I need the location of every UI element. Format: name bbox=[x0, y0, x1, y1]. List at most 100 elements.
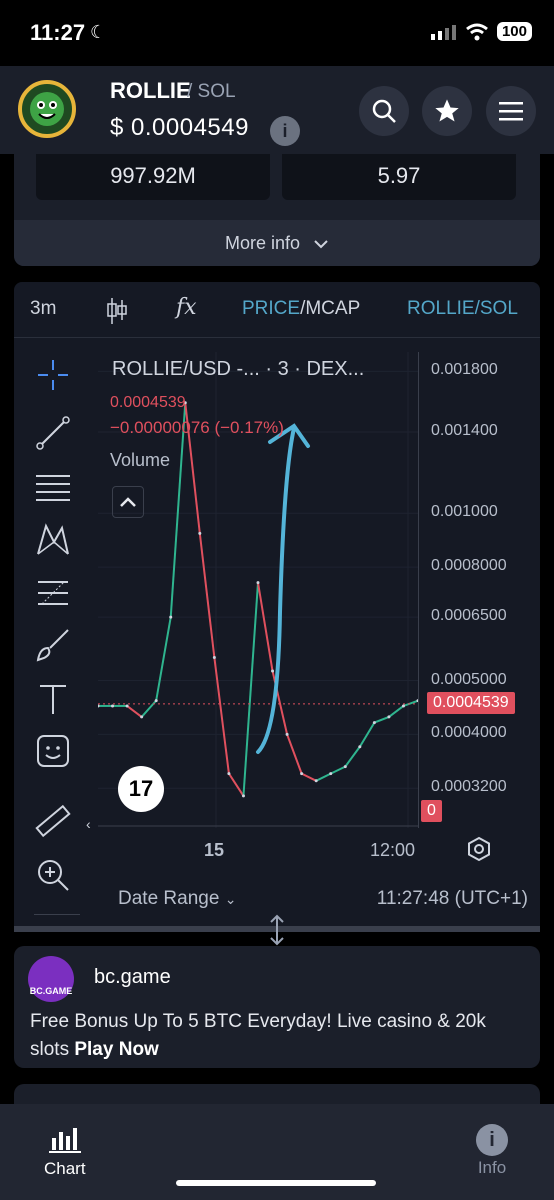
token-header: ROLLIE / SOL $ 0.0004549 i bbox=[0, 66, 554, 154]
price-tick-label: 0.0004000 bbox=[431, 724, 507, 742]
price-segment bbox=[140, 699, 157, 718]
status-icons: 100 bbox=[430, 22, 532, 41]
price-segment bbox=[257, 582, 274, 672]
data-point bbox=[358, 745, 362, 749]
more-info-label: More info bbox=[224, 233, 301, 253]
horizontal-lines-icon[interactable] bbox=[34, 468, 72, 506]
ad-logo-text: BC.GAME bbox=[29, 986, 73, 996]
chevron-down-icon: ⌄ bbox=[224, 891, 237, 907]
status-time: 11:27 bbox=[30, 20, 86, 45]
ad-name: bc.game bbox=[94, 966, 171, 988]
nav-info[interactable]: i Info bbox=[476, 1124, 508, 1178]
chart-bars-icon bbox=[48, 1128, 81, 1153]
info-icon: i bbox=[476, 1124, 508, 1156]
more-info-button[interactable]: More info bbox=[14, 220, 540, 266]
nav-info-label: Info bbox=[477, 1158, 507, 1177]
volume-zero-badge: 0 bbox=[421, 800, 442, 822]
text-tool-icon[interactable] bbox=[34, 680, 72, 718]
data-point bbox=[256, 581, 260, 585]
price-tick-label: 0.0008000 bbox=[431, 557, 507, 575]
nav-chart[interactable]: Chart bbox=[44, 1124, 86, 1179]
price-segment bbox=[330, 765, 346, 775]
data-point bbox=[314, 779, 318, 783]
data-point bbox=[387, 715, 391, 719]
wifi-icon bbox=[466, 23, 488, 40]
stats-panel: 997.92M 5.97 More info bbox=[14, 154, 540, 266]
chart-legend-price: 0.0004539 bbox=[110, 394, 186, 411]
data-point bbox=[111, 704, 115, 708]
price-segment bbox=[403, 699, 418, 707]
price-segment bbox=[228, 773, 245, 797]
price-tick-label: 0.0003200 bbox=[431, 778, 507, 796]
data-point bbox=[300, 772, 304, 776]
date-range-button[interactable]: Date Range ⌄ bbox=[118, 888, 236, 910]
price-segment bbox=[155, 617, 172, 701]
chevron-up-icon bbox=[120, 497, 136, 507]
chart-clock: 11:27:48 (UTC+1) bbox=[376, 888, 528, 909]
price-segment bbox=[315, 772, 332, 782]
emoji-icon[interactable] bbox=[34, 732, 72, 770]
chevron-down-icon bbox=[314, 240, 328, 249]
ad-logo: BC.GAME bbox=[28, 956, 74, 1002]
resize-arrows-icon[interactable] bbox=[266, 914, 288, 946]
tradingview-logo[interactable]: 17 bbox=[118, 766, 164, 812]
data-point bbox=[271, 669, 275, 673]
menu-button[interactable] bbox=[486, 86, 536, 136]
token-name: ROLLIE bbox=[110, 78, 191, 103]
chart-panel: 3m fx PRICE/MCAP ROLLIE/SOL 0.001800 0.0… bbox=[14, 282, 540, 930]
price-segment bbox=[373, 715, 390, 724]
price-tick-label: 0.001400 bbox=[431, 421, 498, 439]
price-segment bbox=[198, 533, 216, 658]
signal-icon bbox=[430, 24, 456, 40]
chart-toolbar: 3m fx PRICE/MCAP ROLLIE/SOL bbox=[14, 282, 540, 338]
data-point bbox=[343, 765, 347, 769]
price-tick-label: 0.001000 bbox=[431, 503, 498, 521]
moon-icon: ☾ bbox=[90, 22, 107, 42]
token-pair: / SOL bbox=[187, 81, 236, 102]
search-button[interactable] bbox=[359, 86, 409, 136]
fib-retracement-icon[interactable] bbox=[34, 574, 72, 612]
price-segment bbox=[344, 746, 361, 768]
stat-right: 5.97 bbox=[282, 154, 516, 200]
price-axis[interactable]: 0.001800 0.001400 0.001000 0.0008000 0.00065… bbox=[418, 352, 540, 828]
data-point bbox=[241, 794, 245, 798]
price-mcap-toggle[interactable]: PRICE/MCAP bbox=[242, 298, 360, 320]
time-tick-label: 12:00 bbox=[370, 840, 416, 860]
crosshair-icon[interactable] bbox=[34, 356, 72, 394]
data-point bbox=[125, 704, 129, 708]
data-point bbox=[372, 721, 376, 725]
pair-toggle[interactable]: ROLLIE/SOL bbox=[407, 298, 518, 320]
ad-cta[interactable]: Play Now bbox=[74, 1039, 158, 1060]
legend-collapse-button[interactable] bbox=[112, 486, 144, 518]
price-segment bbox=[126, 705, 143, 718]
token-price: $ 0.0004549 bbox=[110, 114, 249, 141]
data-point bbox=[169, 615, 173, 619]
menu-icon bbox=[499, 102, 523, 121]
trend-line-icon[interactable] bbox=[34, 414, 72, 452]
chart-legend-title: ROLLIE/USD -... · 3 · DEX... bbox=[112, 358, 365, 380]
nav-chart-label: Chart bbox=[44, 1159, 86, 1178]
chart-settings-icon[interactable] bbox=[466, 836, 492, 862]
pattern-icon[interactable] bbox=[34, 520, 72, 558]
ad-text: Free Bonus Up To 5 BTC Everyday! Live ca… bbox=[30, 1008, 530, 1064]
token-logo bbox=[18, 80, 76, 138]
favorite-button[interactable] bbox=[422, 86, 472, 136]
time-axis: 15 12:00 bbox=[14, 830, 540, 870]
data-point bbox=[154, 699, 158, 703]
brush-icon[interactable] bbox=[34, 626, 72, 664]
data-point bbox=[329, 772, 333, 776]
price-tick-label: 0.001800 bbox=[431, 361, 498, 379]
price-info-button[interactable]: i bbox=[270, 116, 300, 146]
data-point bbox=[212, 656, 216, 660]
volume-label: Volume bbox=[110, 450, 171, 470]
price-segment bbox=[301, 772, 317, 782]
indicators-button[interactable]: fx bbox=[176, 295, 197, 320]
date-range-label: Date Range bbox=[118, 888, 220, 909]
price-segment bbox=[388, 705, 405, 718]
data-point bbox=[227, 772, 231, 776]
ad-banner[interactable]: BC.GAME bc.game Free Bonus Up To 5 BTC E… bbox=[14, 946, 540, 1068]
token-logo-face bbox=[30, 92, 64, 126]
data-point bbox=[98, 704, 100, 708]
interval-selector[interactable]: 3m bbox=[30, 298, 56, 320]
candles-icon[interactable] bbox=[106, 296, 128, 326]
